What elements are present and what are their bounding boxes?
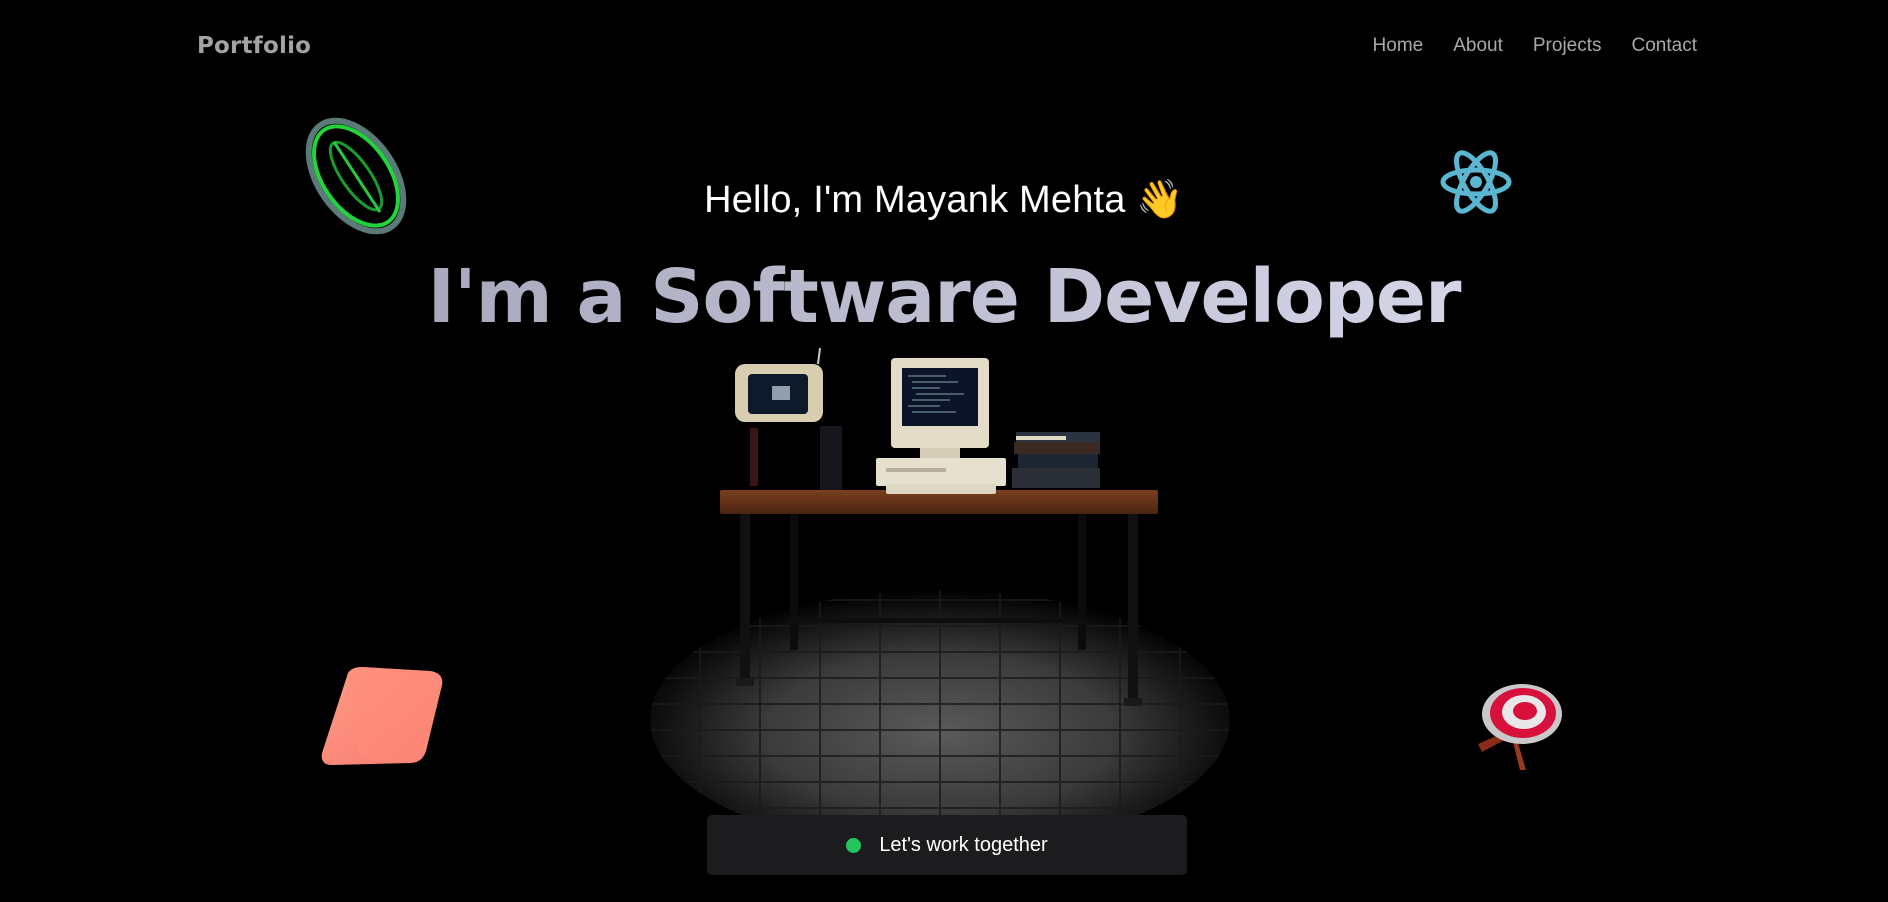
react-logo-icon (1440, 150, 1512, 214)
logo[interactable]: Portfolio (197, 33, 311, 59)
nav-link-contact[interactable]: Contact (1632, 35, 1697, 57)
status-dot-icon (846, 837, 862, 853)
ring-object-icon (305, 117, 407, 235)
target-icon (1478, 684, 1562, 770)
work-together-button[interactable]: Let's work together (707, 815, 1187, 875)
nav-link-about[interactable]: About (1453, 35, 1503, 57)
headline: I'm a Software Developer (0, 254, 1888, 340)
nav-link-home[interactable]: Home (1373, 35, 1424, 57)
nav-menu: Home About Projects Contact (1343, 35, 1697, 57)
wave-icon: 👋 (1136, 179, 1184, 221)
desk-scene-illustration (650, 347, 1230, 820)
pink-cube-icon (321, 667, 443, 765)
greeting: Hello, I'm Mayank Mehta 👋 (0, 178, 1888, 222)
nav-link-projects[interactable]: Projects (1533, 35, 1602, 57)
greeting-text: Hello, I'm Mayank Mehta (704, 179, 1126, 221)
work-together-label: Let's work together (879, 833, 1048, 856)
page: Portfolio Home About Projects Contact He… (0, 0, 1888, 902)
